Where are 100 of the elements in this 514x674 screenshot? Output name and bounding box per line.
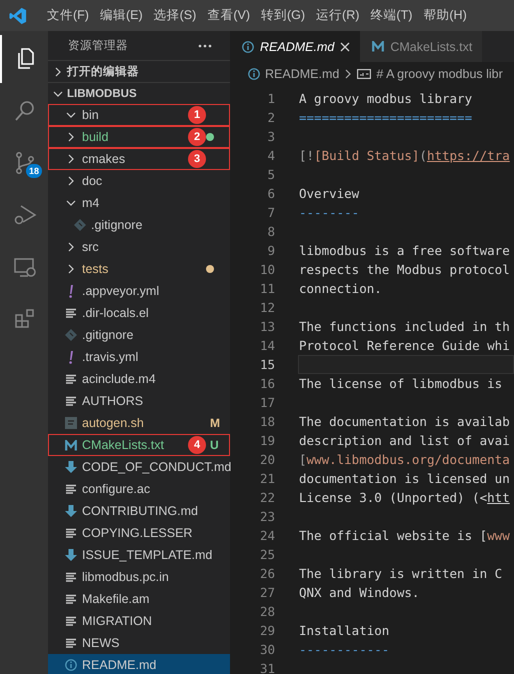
code-line: -------- bbox=[299, 205, 360, 220]
code-line: Overview bbox=[299, 186, 360, 201]
code-line: QNX and Windows. bbox=[299, 585, 420, 600]
text-file-icon bbox=[64, 638, 78, 648]
text-file-icon bbox=[64, 374, 78, 384]
text-file-icon bbox=[64, 308, 78, 318]
line-number: 17 bbox=[258, 395, 276, 410]
line-number: 15 bbox=[258, 357, 276, 372]
text-file-icon bbox=[64, 594, 78, 604]
code-line: The functions included in th bbox=[299, 319, 510, 334]
tree-item[interactable]: .gitignore bbox=[48, 324, 230, 346]
down-arrow-icon bbox=[64, 505, 78, 517]
line-number: 24 bbox=[258, 528, 276, 543]
line-number: 12 bbox=[258, 300, 276, 315]
down-arrow-icon bbox=[64, 461, 78, 473]
tree-item[interactable]: src bbox=[48, 236, 230, 258]
tree-item[interactable]: CONTRIBUTING.md bbox=[48, 500, 230, 522]
line-number: 22 bbox=[258, 490, 276, 505]
text-file-icon bbox=[64, 396, 78, 406]
code-line: connection. bbox=[299, 281, 382, 296]
menu-item[interactable]: 选择(S) bbox=[148, 7, 202, 24]
line-number: 18 bbox=[258, 414, 276, 429]
line-number: 8 bbox=[266, 224, 276, 239]
git-status: U bbox=[210, 438, 219, 452]
tree-item[interactable]: autogen.sh M bbox=[48, 412, 230, 434]
code-line: The library is written in C bbox=[299, 566, 502, 581]
tree-item[interactable]: AUTHORS bbox=[48, 390, 230, 412]
menu-item[interactable]: 终端(T) bbox=[365, 7, 418, 24]
git-status: M bbox=[210, 416, 220, 430]
tree-item[interactable]: ISSUE_TEMPLATE.md bbox=[48, 544, 230, 566]
menu-item[interactable]: 查看(V) bbox=[202, 7, 256, 24]
line-number: 9 bbox=[266, 243, 276, 258]
tree-item[interactable]: Makefile.am bbox=[48, 588, 230, 610]
tree-item[interactable]: acinclude.m4 bbox=[48, 368, 230, 390]
line-number: 2 bbox=[266, 110, 276, 125]
down-arrow-icon bbox=[64, 549, 78, 561]
code-line: License 3.0 (Unported) (<htt bbox=[299, 490, 510, 505]
code-line: A groovy modbus library bbox=[299, 91, 472, 106]
tree-item[interactable]: COPYING.LESSER bbox=[48, 522, 230, 544]
tree-item[interactable]: .travis.yml bbox=[48, 346, 230, 368]
line-number: 28 bbox=[258, 604, 276, 619]
line-number: 16 bbox=[258, 376, 276, 391]
close-icon[interactable] bbox=[340, 42, 350, 52]
search-icon bbox=[13, 99, 37, 123]
line-number: 19 bbox=[258, 433, 276, 448]
line-number: 11 bbox=[258, 281, 276, 296]
chevron-icon bbox=[344, 69, 352, 79]
tree-item[interactable]: CODE_OF_CONDUCT.md bbox=[48, 456, 230, 478]
line-number: 25 bbox=[258, 547, 276, 562]
tree-item[interactable]: m4 bbox=[48, 192, 230, 214]
line-number: 23 bbox=[258, 509, 276, 524]
menu-item[interactable]: 转到(G) bbox=[256, 7, 312, 24]
tree-item[interactable]: NEWS bbox=[48, 632, 230, 654]
menu-item[interactable]: 运行(R) bbox=[311, 7, 366, 24]
run-debug-icon bbox=[13, 203, 37, 227]
text-file-icon bbox=[64, 484, 78, 494]
tree-item[interactable]: configure.ac bbox=[48, 478, 230, 500]
branch-icon bbox=[13, 151, 37, 175]
tree-item[interactable]: MIGRATION bbox=[48, 610, 230, 632]
line-number: 6 bbox=[266, 186, 276, 201]
more-icon[interactable] bbox=[198, 44, 212, 48]
line-number: 31 bbox=[258, 661, 276, 674]
tree-item[interactable]: .appveyor.yml bbox=[48, 280, 230, 302]
code-line: The official website is [www bbox=[299, 528, 510, 543]
breadcrumb-item[interactable]: # A groovy modbus libr bbox=[376, 67, 503, 81]
chevron-icon bbox=[53, 66, 63, 76]
line-number: 4 bbox=[266, 148, 276, 163]
breadcrumb-item[interactable]: README.md bbox=[265, 67, 340, 81]
tree-item[interactable]: .dir-locals.el bbox=[48, 302, 230, 324]
editor-tab[interactable]: README.md bbox=[230, 31, 360, 62]
menu-item[interactable]: 编辑(E) bbox=[94, 7, 149, 24]
tree-item[interactable]: .gitignore bbox=[48, 214, 230, 236]
code-line: Protocol Reference Guide whi bbox=[299, 338, 510, 353]
line-number: 5 bbox=[266, 167, 276, 182]
info-icon bbox=[64, 659, 78, 671]
tree-item[interactable]: doc bbox=[48, 170, 230, 192]
diamond-icon bbox=[73, 219, 87, 231]
code-line: [www.libmodbus.org/documenta bbox=[299, 452, 510, 467]
info-icon bbox=[242, 40, 254, 52]
chevron-icon bbox=[53, 88, 63, 98]
code-line: [![Build Status](https://tra bbox=[299, 148, 510, 163]
menu-item[interactable]: 文件(F) bbox=[42, 7, 95, 24]
line-number: 26 bbox=[258, 566, 276, 581]
tree-item[interactable]: README.md bbox=[48, 654, 230, 674]
editor-tab[interactable]: CMakeLists.txt bbox=[360, 31, 482, 62]
menu-item[interactable]: 帮助(H) bbox=[418, 7, 473, 24]
line-number: 14 bbox=[258, 338, 276, 353]
tree-item[interactable]: libmodbus.pc.in bbox=[48, 566, 230, 588]
text-file-icon bbox=[64, 572, 78, 582]
extensions-icon bbox=[13, 307, 37, 331]
tree-item[interactable]: tests bbox=[48, 258, 230, 280]
line-number: 13 bbox=[258, 319, 276, 334]
info-icon bbox=[248, 68, 260, 80]
line-number: 7 bbox=[266, 205, 276, 220]
terminal-icon bbox=[64, 417, 78, 429]
line-number: 20 bbox=[258, 452, 276, 467]
line-number: 21 bbox=[258, 471, 276, 486]
explorer-title: 资源管理器 bbox=[68, 38, 128, 53]
code-line: ------------ bbox=[299, 642, 390, 657]
activity-bar-item[interactable]: 18 bbox=[0, 139, 48, 187]
